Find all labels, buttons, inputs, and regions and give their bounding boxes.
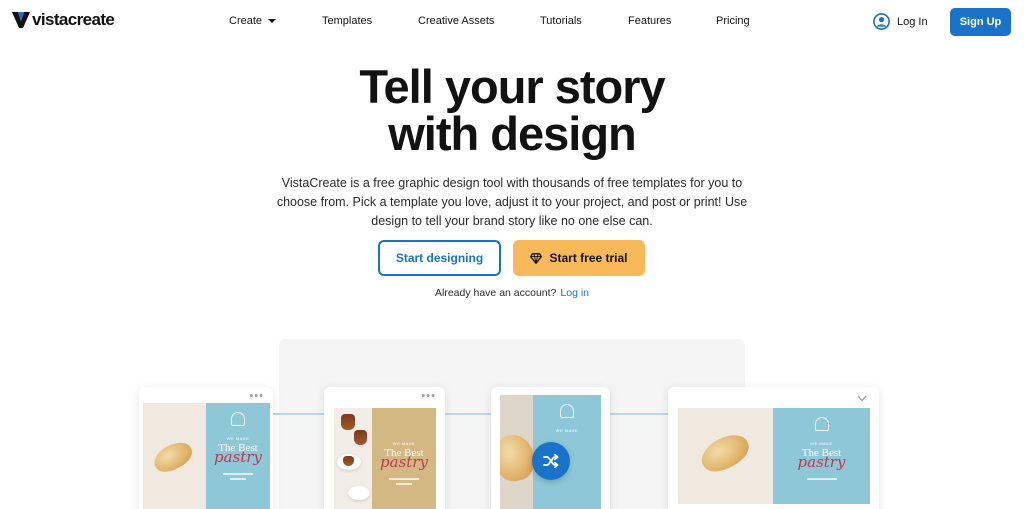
template-thumbnail: WE MAKE The Best pastry (143, 403, 270, 509)
signup-button[interactable]: Sign Up (950, 8, 1011, 36)
chevron-down-icon[interactable] (857, 395, 867, 402)
template-card-1[interactable]: ••• WE MAKE The Best pastry (139, 387, 273, 509)
template-eyebrow: WE MAKE (810, 441, 833, 446)
nav-features[interactable]: Features (628, 15, 671, 27)
template-script: pastry (797, 453, 846, 471)
nav-creative-assets[interactable]: Creative Assets (418, 15, 494, 27)
bakery-badge-icon (814, 417, 829, 431)
eclair-image (149, 437, 197, 477)
hero-headline: Tell your story with design (0, 63, 1024, 157)
template-script: pastry (380, 453, 428, 471)
plate-image (348, 486, 370, 500)
log-in-link[interactable]: Log in (560, 287, 589, 299)
nav-pricing[interactable]: Pricing (716, 15, 750, 27)
headline-line-1: Tell your story (359, 60, 665, 113)
template-eyebrow: WE MAKE (392, 441, 416, 446)
nav-create[interactable]: Create (229, 15, 277, 27)
template-script: pastry (214, 448, 262, 466)
timeline-rail (272, 413, 324, 415)
already-text: Already have an account? (434, 287, 557, 299)
template-body-line (223, 473, 253, 475)
nav-templates[interactable]: Templates (322, 15, 372, 27)
template-card-2[interactable]: ••• WE MAKE The Best pastry (324, 387, 445, 509)
start-designing-button[interactable]: Start designing (378, 240, 501, 276)
nav-create-label: Create (229, 15, 263, 27)
nav-tutorials[interactable]: Tutorials (540, 15, 582, 27)
template-panel: WE MAKE The Best pastry (206, 403, 270, 509)
login-link[interactable]: Log In (873, 13, 928, 30)
bakery-badge-icon (231, 412, 245, 426)
template-body-line (230, 478, 246, 480)
pastry-photo (678, 408, 773, 504)
canele-image (354, 430, 367, 445)
caret-down-icon (268, 19, 277, 24)
template-panel: WE MAKE The Best pastry (372, 408, 436, 509)
card-menu-icon[interactable]: ••• (421, 391, 436, 402)
start-free-trial-label: Start free trial (549, 251, 628, 265)
template-eyebrow: WE MAKE (555, 428, 579, 433)
shuffle-button[interactable] (532, 442, 570, 480)
timeline-rail (445, 413, 491, 415)
pastry-photo (143, 403, 206, 509)
already-have-account: Already have an account? Log in (0, 287, 1024, 299)
pastry-photo (500, 395, 539, 509)
canele-image (341, 414, 355, 430)
bakery-badge-icon (560, 404, 574, 418)
eclair-image (695, 428, 755, 478)
template-card-4[interactable]: WE MAKE The Best pastry (668, 387, 879, 509)
template-eyebrow: WE MAKE (226, 436, 250, 441)
timeline-rail (610, 413, 668, 415)
hero-subtitle: VistaCreate is a free graphic design too… (276, 176, 748, 228)
template-body-line (806, 478, 837, 480)
start-free-trial-button[interactable]: Start free trial (513, 240, 645, 276)
card-menu-icon[interactable]: ••• (249, 391, 264, 402)
user-circle-icon (873, 13, 890, 30)
gem-icon (530, 252, 543, 264)
login-label: Log In (897, 15, 928, 28)
shuffle-icon (543, 453, 559, 469)
template-panel: WE MAKE The Best pastry (773, 408, 870, 504)
top-nav: vistacreate Create Templates Creative As… (0, 0, 1024, 44)
template-body-line (389, 478, 419, 480)
headline-line-2: with design (388, 107, 637, 160)
template-thumbnail: WE MAKE The Best pastry (678, 408, 870, 504)
pastry-photo (334, 408, 372, 509)
template-body-line (396, 483, 412, 485)
template-thumbnail: WE MAKE The Best pastry (334, 408, 436, 509)
